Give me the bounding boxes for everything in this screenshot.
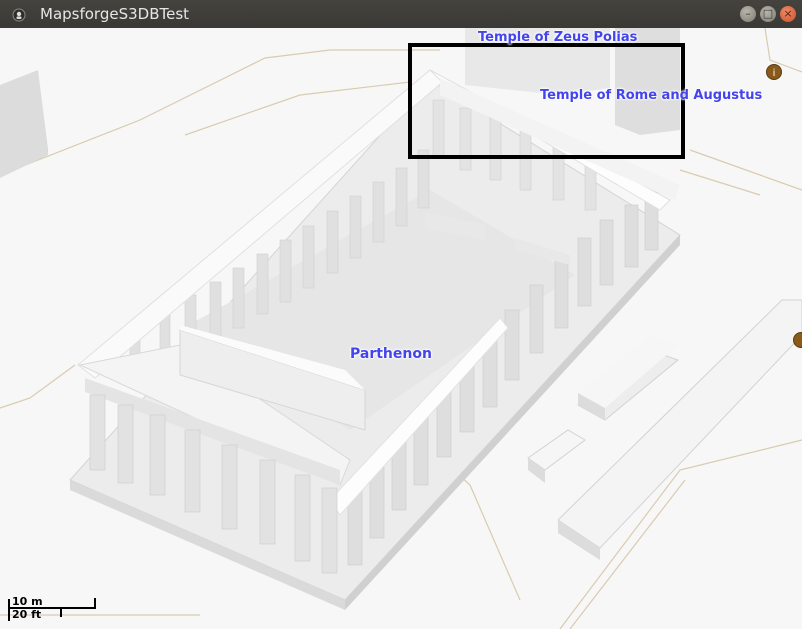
map-canvas: i — [0, 28, 802, 629]
minimize-button[interactable]: – — [740, 6, 756, 22]
window-title: MapsforgeS3DBTest — [40, 5, 190, 23]
scale-line — [8, 607, 96, 609]
map-view[interactable]: i Temple of Zeus Polias Temple of Rome a… — [0, 28, 802, 629]
app-window: MapsforgeS3DBTest – □ × i Temple of Zeus… — [0, 0, 802, 629]
scale-bar: 10 m 20 ft — [8, 595, 98, 623]
scale-tick — [60, 607, 62, 617]
label-temple-of-zeus-polias[interactable]: Temple of Zeus Polias — [478, 30, 637, 45]
close-button[interactable]: × — [780, 6, 796, 22]
scale-tick — [8, 599, 10, 621]
title-bar[interactable]: MapsforgeS3DBTest – □ × — [0, 0, 802, 29]
app-icon — [12, 8, 26, 22]
label-parthenon[interactable]: Parthenon — [350, 346, 432, 362]
svg-text:i: i — [773, 68, 776, 79]
scale-imperial-label: 20 ft — [12, 608, 42, 621]
label-temple-of-rome-and-augustus[interactable]: Temple of Rome and Augustus — [540, 88, 762, 103]
maximize-button[interactable]: □ — [760, 6, 776, 22]
scale-tick — [94, 598, 96, 608]
info-poi-icon[interactable]: i — [766, 64, 782, 80]
